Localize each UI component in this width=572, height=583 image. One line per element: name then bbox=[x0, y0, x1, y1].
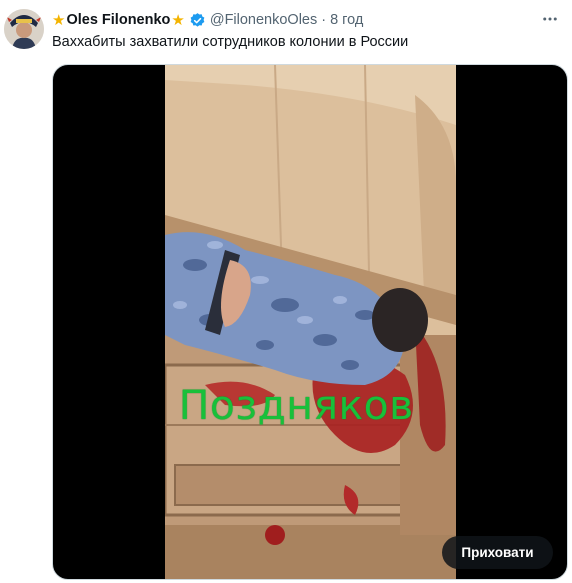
author-handle[interactable]: @FilonenkoOles bbox=[210, 12, 317, 28]
tweet-text: Ваххабиты захватили сотрудников колонии … bbox=[52, 34, 409, 50]
verified-badge-icon bbox=[189, 12, 206, 29]
video-overlay-caption: Поздняков bbox=[178, 383, 414, 429]
more-horizontal-icon[interactable] bbox=[540, 9, 560, 29]
star-emoji: ★ bbox=[171, 11, 185, 29]
separator-dot: · bbox=[321, 12, 327, 28]
video-player[interactable]: Поздняков Приховати bbox=[52, 64, 568, 580]
tweet[interactable]: ★ Oles Filonenko ★ @FilonenkoOles · 8 го… bbox=[0, 0, 572, 583]
tweet-header: ★ Oles Filonenko ★ @FilonenkoOles · 8 го… bbox=[52, 10, 363, 30]
avatar[interactable] bbox=[4, 9, 44, 49]
video-frame[interactable]: Поздняков bbox=[165, 65, 456, 579]
tweet-timestamp[interactable]: 8 год bbox=[330, 12, 363, 28]
hide-button[interactable]: Приховати bbox=[442, 536, 553, 569]
author-name[interactable]: Oles Filonenko bbox=[66, 12, 170, 28]
star-emoji: ★ bbox=[52, 11, 66, 29]
